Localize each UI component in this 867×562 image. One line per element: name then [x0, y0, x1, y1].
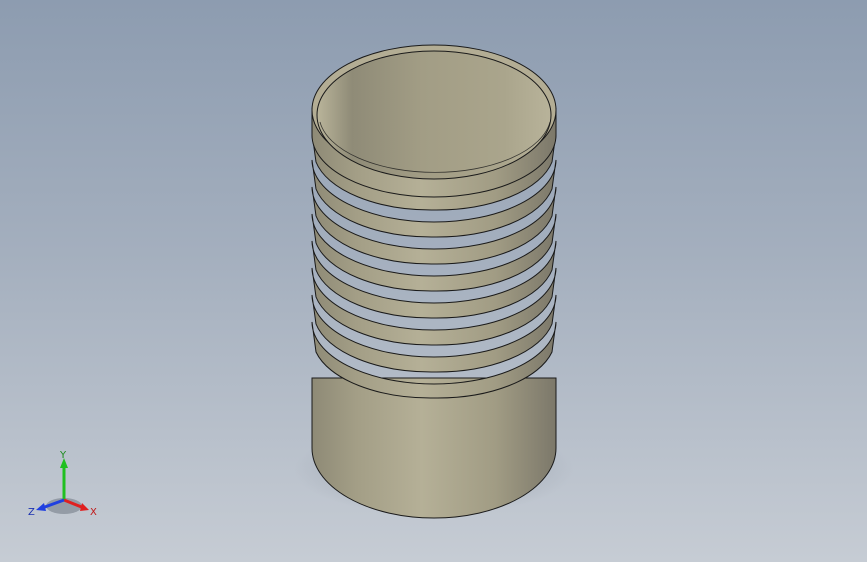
z-axis-arrow	[36, 503, 46, 511]
part-model[interactable]	[0, 0, 867, 562]
graphics-viewport[interactable]: Y X Z	[0, 0, 867, 562]
y-axis-label: Y	[59, 450, 67, 461]
axis-triad[interactable]: Y X Z	[24, 448, 104, 523]
lower-shank[interactable]	[311, 377, 557, 519]
x-axis-label: X	[90, 507, 97, 518]
bore-opening[interactable]	[316, 50, 552, 180]
z-axis-label: Z	[28, 507, 35, 518]
